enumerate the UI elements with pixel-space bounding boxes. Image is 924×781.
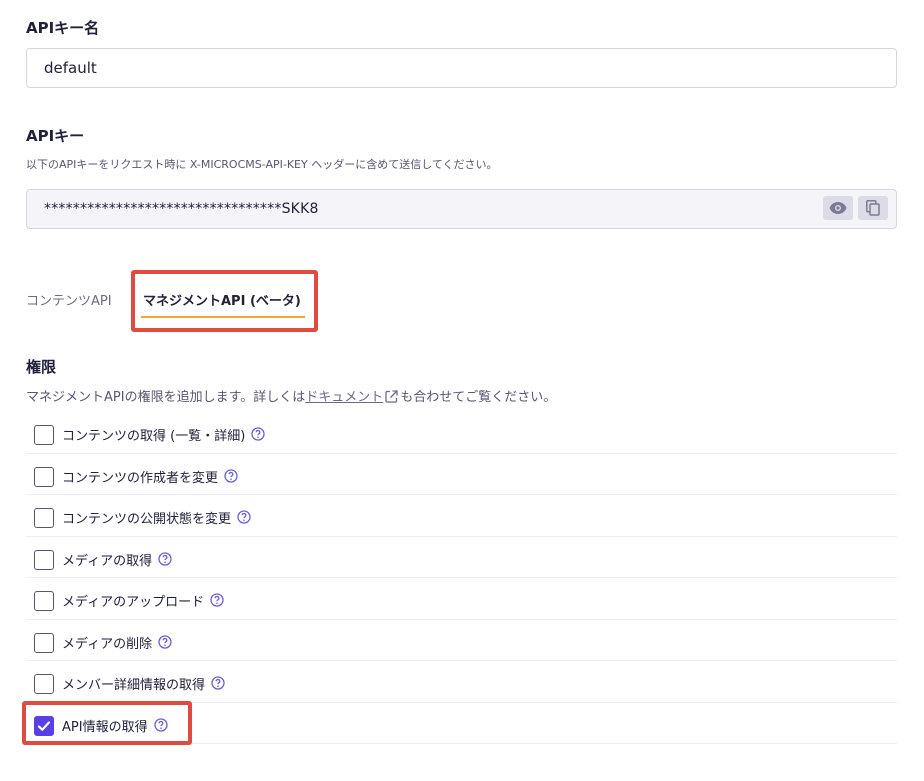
- permissions-desc-before: マネジメントAPIの権限を追加します。詳しくは: [26, 390, 306, 405]
- permission-row: コンテンツの作成者を変更: [26, 454, 897, 495]
- tab-content-api[interactable]: コンテンツAPI: [26, 290, 112, 309]
- permission-row: メディアの取得: [26, 537, 897, 578]
- apikey-masked-value: *********************************SKK8: [44, 201, 319, 217]
- permission-checkbox[interactable]: [34, 674, 54, 694]
- permission-label: メディアの削除: [62, 636, 153, 652]
- permission-label: メンバー詳細情報の取得: [62, 678, 206, 693]
- external-link-icon: [385, 390, 398, 403]
- permission-checkbox[interactable]: [34, 466, 54, 487]
- permission-checkbox[interactable]: [34, 632, 54, 653]
- permission-row: メディアの削除: [26, 620, 897, 661]
- apikey-name-label: APIキー名: [26, 19, 100, 37]
- permission-label: コンテンツの取得 (一覧・詳細): [62, 429, 246, 444]
- permission-list: コンテンツの取得 (一覧・詳細) コンテンツの作成者を変更 コンテンツの公開状態…: [26, 412, 897, 744]
- checked-item-highlight-box: [22, 701, 192, 745]
- documentation-link[interactable]: ドキュメント: [305, 390, 383, 405]
- permissions-description: マネジメントAPIの権限を追加します。詳しくはドキュメント も合わせてご覧くださ…: [26, 386, 556, 405]
- help-icon[interactable]: [251, 427, 265, 441]
- permission-checkbox[interactable]: [34, 549, 54, 570]
- tab-highlight-box: [131, 270, 318, 332]
- help-icon[interactable]: [211, 676, 225, 690]
- permission-checkbox[interactable]: [34, 508, 54, 528]
- copy-icon: [866, 200, 880, 216]
- permission-row: メンバー詳細情報の取得: [26, 661, 897, 703]
- permission-row: コンテンツの公開状態を変更: [26, 495, 897, 537]
- permissions-desc-after: も合わせてご覧ください。: [400, 390, 557, 405]
- permission-label: メディアの取得: [62, 553, 153, 569]
- permission-row: メディアのアップロード: [26, 578, 897, 620]
- permission-label: メディアのアップロード: [62, 595, 205, 610]
- apikey-name-input[interactable]: [26, 48, 897, 88]
- help-icon[interactable]: [237, 510, 251, 524]
- help-icon[interactable]: [210, 593, 224, 607]
- permission-label: コンテンツの公開状態を変更: [62, 512, 232, 527]
- help-icon[interactable]: [224, 468, 238, 483]
- permission-label: コンテンツの作成者を変更: [62, 470, 219, 486]
- copy-key-button[interactable]: [858, 196, 888, 220]
- show-key-button[interactable]: [823, 196, 853, 220]
- permissions-title: 権限: [26, 358, 57, 376]
- eye-icon: [829, 202, 847, 214]
- permission-checkbox[interactable]: [34, 425, 54, 445]
- apikey-field: *********************************SKK8: [26, 189, 897, 229]
- help-icon[interactable]: [158, 634, 172, 649]
- apikey-helper-text: 以下のAPIキーをリクエスト時に X-MICROCMS-API-KEY ヘッダー…: [26, 158, 498, 171]
- apikey-label: APIキー: [26, 127, 85, 145]
- permission-checkbox[interactable]: [34, 591, 54, 611]
- permission-row: コンテンツの取得 (一覧・詳細): [26, 412, 897, 454]
- help-icon[interactable]: [158, 551, 172, 566]
